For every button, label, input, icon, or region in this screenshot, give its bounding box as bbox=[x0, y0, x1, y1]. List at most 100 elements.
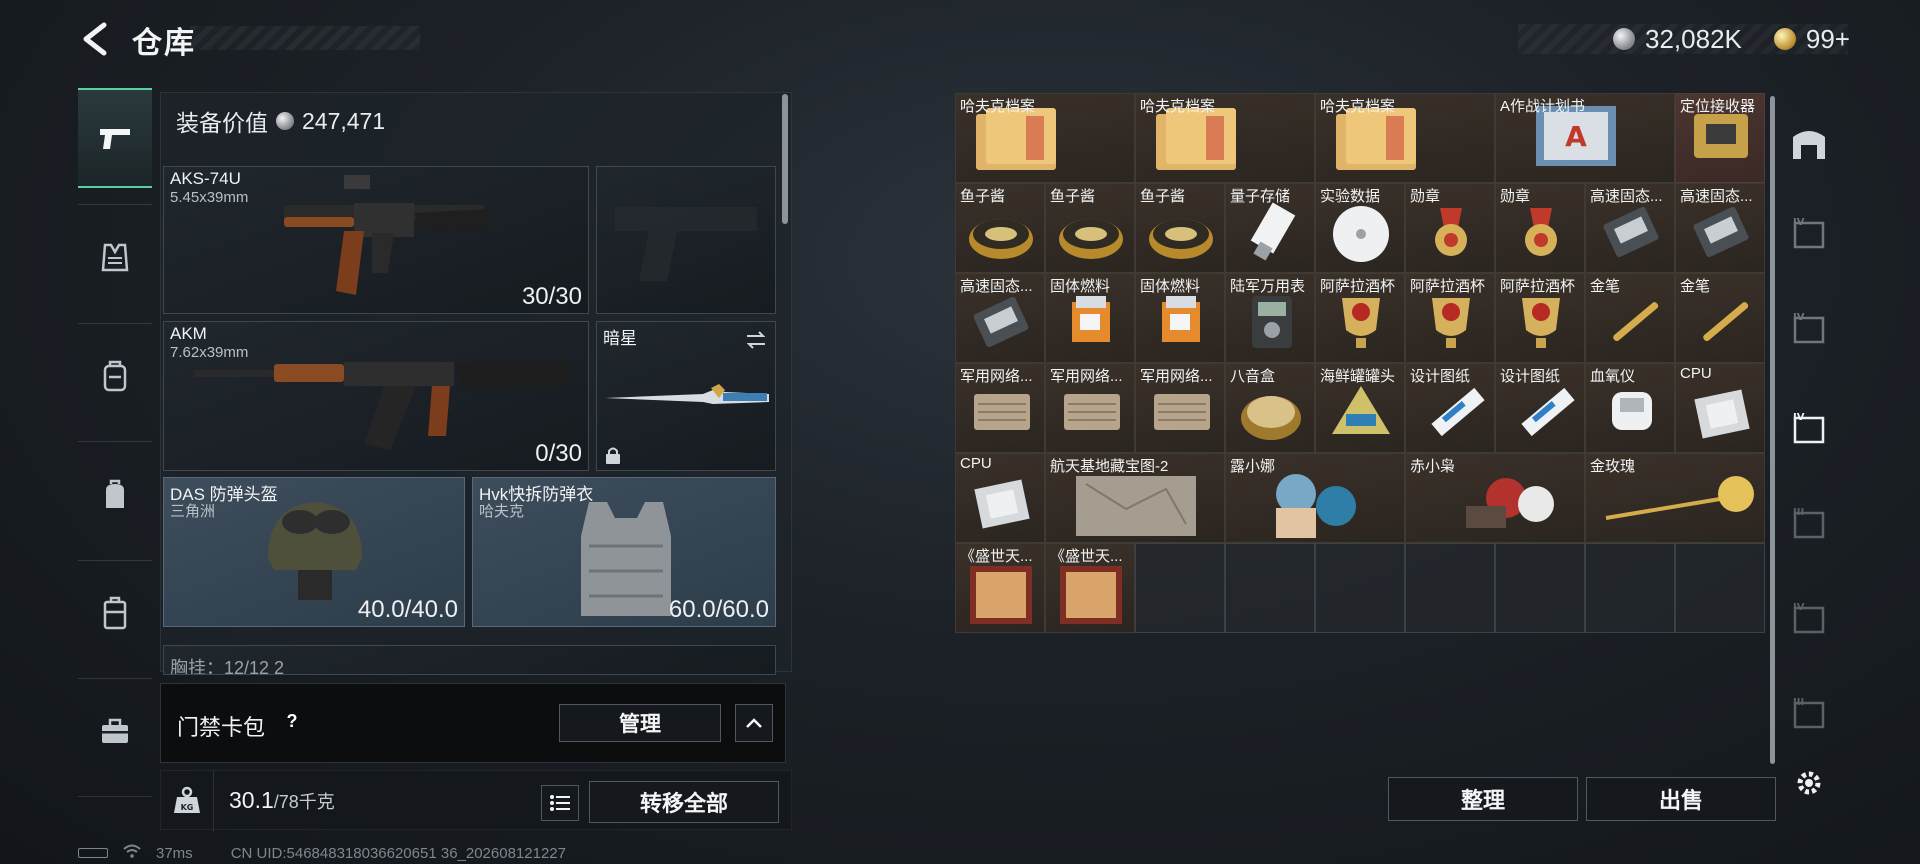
stash-item[interactable]: 血氧仪 bbox=[1585, 363, 1675, 453]
stash-item-label: 露小娜 bbox=[1230, 458, 1276, 475]
stash-item[interactable]: 八音盒 bbox=[1225, 363, 1315, 453]
help-button[interactable]: ? bbox=[279, 708, 305, 734]
settings-button[interactable] bbox=[1786, 760, 1832, 806]
stash-item[interactable]: 海鲜罐罐头 bbox=[1315, 363, 1405, 453]
stash-item[interactable]: 航天基地藏宝图-2 bbox=[1045, 453, 1225, 543]
stash-item-label: CPU bbox=[1680, 365, 1712, 382]
stash-item[interactable]: 固体燃料 bbox=[1045, 273, 1135, 363]
pistol-icon bbox=[100, 129, 130, 149]
rail-cabinet-3[interactable]: IV bbox=[1786, 405, 1832, 451]
stash-empty-cell[interactable] bbox=[1315, 543, 1405, 633]
stash-item[interactable]: 鱼子酱 bbox=[955, 183, 1045, 273]
stash-item[interactable]: CPU bbox=[1675, 363, 1765, 453]
slot-helmet[interactable]: DAS 防弹头盔 三角洲 40.0/40.0 bbox=[163, 477, 465, 627]
stash-item[interactable]: 露小娜 bbox=[1225, 453, 1405, 543]
stash-item[interactable]: 哈夫克档案 bbox=[955, 93, 1135, 183]
stash-empty-cell[interactable] bbox=[1585, 543, 1675, 633]
sell-button[interactable]: 出售 bbox=[1586, 777, 1776, 821]
tier-iii-cabinet-icon-2: III bbox=[1793, 697, 1825, 729]
slot-body-armor[interactable]: Hvk快拆防弹衣 哈夫克 60.0/60.0 bbox=[472, 477, 776, 627]
rail-weapons[interactable] bbox=[78, 88, 152, 188]
equipment-scrollbar[interactable] bbox=[782, 94, 788, 224]
stash-empty-cell[interactable] bbox=[1225, 543, 1315, 633]
stash-item[interactable]: 实验数据 bbox=[1315, 183, 1405, 273]
rail-cabinet-6[interactable]: III bbox=[1786, 690, 1832, 736]
collapse-button[interactable] bbox=[735, 704, 773, 742]
rail-stash-home[interactable] bbox=[1786, 120, 1832, 166]
stash-item[interactable]: 设计图纸 bbox=[1495, 363, 1585, 453]
stash-item[interactable]: 设计图纸 bbox=[1405, 363, 1495, 453]
stash-item-label: CPU bbox=[960, 455, 992, 472]
manage-button[interactable]: 管理 bbox=[559, 704, 721, 742]
slot-brand: 哈夫克 bbox=[479, 503, 525, 520]
rail-cabinet-5[interactable]: IV bbox=[1786, 595, 1832, 641]
stash-item-label: 阿萨拉酒杯 bbox=[1500, 278, 1576, 295]
stash-empty-cell[interactable] bbox=[1405, 543, 1495, 633]
swap-icon[interactable] bbox=[745, 330, 767, 350]
stash-item[interactable]: 阿萨拉酒杯 bbox=[1495, 273, 1585, 363]
stash-item-label: 航天基地藏宝图-2 bbox=[1050, 458, 1169, 475]
rail-cabinet-1[interactable]: IV bbox=[1786, 210, 1832, 256]
stash-empty-cell[interactable] bbox=[1675, 543, 1765, 633]
stash-item[interactable]: 定位接收器 bbox=[1675, 93, 1765, 183]
rail-armor[interactable] bbox=[78, 208, 152, 308]
stash-item[interactable]: 金笔 bbox=[1585, 273, 1675, 363]
stash-item[interactable]: 军用网络... bbox=[1135, 363, 1225, 453]
stash-item[interactable]: 量子存储 bbox=[1225, 183, 1315, 273]
gear-icon bbox=[1797, 771, 1821, 795]
stash-item[interactable]: 高速固态... bbox=[1675, 183, 1765, 273]
rail-cabinet-4[interactable]: III bbox=[1786, 500, 1832, 546]
stash-item[interactable]: 陆军万用表 bbox=[1225, 273, 1315, 363]
stash-item-label: 高速固态... bbox=[1590, 188, 1663, 205]
stash-item[interactable]: 哈夫克档案 bbox=[1135, 93, 1315, 183]
chevron-up-icon bbox=[746, 718, 762, 728]
stash-item[interactable]: 勋章 bbox=[1405, 183, 1495, 273]
slot-chest-rig[interactable]: 胸挂：12/12 2 bbox=[163, 645, 776, 675]
silver-coin-icon bbox=[1613, 28, 1636, 50]
stash-item[interactable]: 鱼子酱 bbox=[1045, 183, 1135, 273]
ping: 37ms bbox=[156, 844, 193, 862]
rail-chest-rig[interactable] bbox=[78, 326, 152, 426]
stash-item[interactable]: 固体燃料 bbox=[1135, 273, 1225, 363]
back-button[interactable] bbox=[78, 20, 112, 58]
stash-empty-cell[interactable] bbox=[1135, 543, 1225, 633]
stash-empty-cell[interactable] bbox=[1495, 543, 1585, 633]
transfer-all-button[interactable]: 转移全部 bbox=[589, 781, 779, 823]
stash-item[interactable]: 军用网络... bbox=[1045, 363, 1135, 453]
stash-scrollbar[interactable] bbox=[1770, 96, 1775, 764]
slot-melee[interactable]: 暗星 bbox=[596, 321, 776, 471]
stash-item[interactable]: 赤小枭 bbox=[1405, 453, 1585, 543]
stash-item[interactable]: 高速固态... bbox=[955, 273, 1045, 363]
list-view-button[interactable] bbox=[541, 785, 579, 821]
stash-item[interactable]: 《盛世天... bbox=[955, 543, 1045, 633]
backpack-icon bbox=[103, 360, 127, 392]
stash-item[interactable]: 军用网络... bbox=[955, 363, 1045, 453]
stash-item[interactable]: CPU bbox=[955, 453, 1045, 543]
slot-primary-weapon[interactable]: AKS-74U 5.45x39mm 30/30 bbox=[163, 166, 589, 314]
stash-item-label: 八音盒 bbox=[1230, 368, 1276, 385]
rail-backpack[interactable] bbox=[78, 445, 152, 545]
stash-item[interactable]: 高速固态... bbox=[1585, 183, 1675, 273]
stash-item[interactable]: 阿萨拉酒杯 bbox=[1405, 273, 1495, 363]
stash-item-label: 勋章 bbox=[1410, 188, 1441, 205]
stash-item-label: 鱼子酱 bbox=[1050, 188, 1096, 205]
rail-cabinet-2[interactable]: IV bbox=[1786, 305, 1832, 351]
title-decoration bbox=[190, 26, 420, 50]
stash-item[interactable]: 鱼子酱 bbox=[1135, 183, 1225, 273]
sort-button[interactable]: 整理 bbox=[1388, 777, 1578, 821]
slot-secondary-weapon[interactable]: AKM 7.62x39mm 0/30 bbox=[163, 321, 589, 471]
rail-toolbox[interactable] bbox=[78, 681, 152, 781]
stash-item[interactable]: 金玫瑰 bbox=[1585, 453, 1765, 543]
stash-item[interactable]: 勋章 bbox=[1495, 183, 1585, 273]
stash-item[interactable]: 阿萨拉酒杯 bbox=[1315, 273, 1405, 363]
stash-item[interactable]: 哈夫克档案 bbox=[1315, 93, 1495, 183]
stash-item[interactable]: 《盛世天... bbox=[1045, 543, 1135, 633]
stash-item[interactable]: A作战计划书 A bbox=[1495, 93, 1675, 183]
tier-iii-cabinet-icon: III bbox=[1793, 507, 1825, 539]
slot-pistol[interactable] bbox=[596, 166, 776, 314]
stash-item-label: 《盛世天... bbox=[1050, 548, 1123, 565]
rail-case[interactable] bbox=[78, 563, 152, 663]
lock-icon bbox=[606, 447, 620, 464]
stash-item[interactable]: 金笔 bbox=[1675, 273, 1765, 363]
stash-item-label: 固体燃料 bbox=[1140, 278, 1201, 295]
